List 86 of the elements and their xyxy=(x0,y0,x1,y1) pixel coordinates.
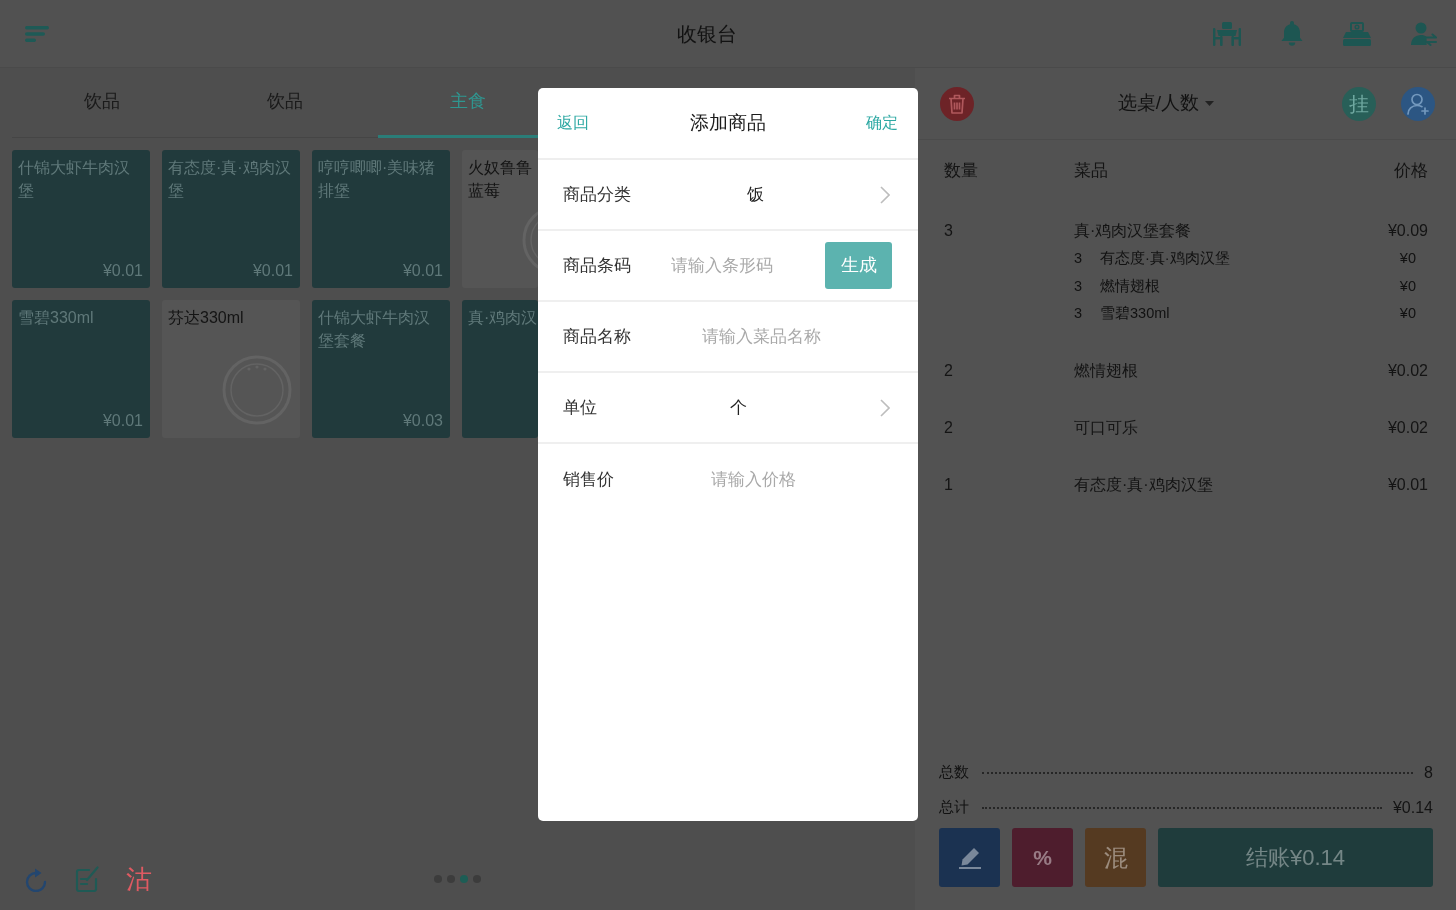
page-title: 收银台 xyxy=(677,21,737,47)
sub-item-qty: 3 xyxy=(1074,304,1084,323)
field-label: 单位 xyxy=(563,396,597,419)
clear-order-button[interactable] xyxy=(940,86,974,121)
sub-item-qty: 3 xyxy=(1074,249,1084,268)
select-value[interactable]: 饭 xyxy=(747,181,764,208)
product-name: 芬达330ml xyxy=(168,308,245,328)
field-label: 销售价 xyxy=(563,468,614,491)
item-qty: 2 xyxy=(944,417,954,438)
product-price: ¥0.01 xyxy=(252,261,293,281)
item-price: ¥0.01 xyxy=(1387,474,1428,495)
product-name: 火奴鲁鲁蓝莓 xyxy=(468,158,533,201)
product-tile[interactable]: 火奴鲁鲁蓝莓 xyxy=(462,150,538,288)
product-tile[interactable]: 芬达330ml xyxy=(162,300,300,438)
input-field[interactable]: 请输入条形码 xyxy=(631,248,813,283)
table-icon[interactable] xyxy=(1213,21,1241,46)
sub-item-qty: 3 xyxy=(1074,276,1084,296)
item-qty: 2 xyxy=(944,360,954,381)
product-name: 什锦大虾牛肉汉堡 xyxy=(18,158,131,201)
item-qty: 3 xyxy=(944,221,954,241)
input-field[interactable]: 请输入价格 xyxy=(614,462,892,497)
total-label: 总计 xyxy=(939,797,969,817)
product-name: 有态度·真·鸡肉汉堡 xyxy=(168,158,292,201)
user-add-icon xyxy=(1407,92,1429,115)
sub-item-price: ¥0 xyxy=(1399,304,1416,323)
mixed-pay-button[interactable]: 混 xyxy=(1085,828,1146,887)
product-tile[interactable]: 真·鸡肉汉 xyxy=(462,300,538,438)
hold-order-button[interactable]: 挂 xyxy=(1342,86,1376,121)
product-tile[interactable]: 什锦大虾牛肉汉堡 ¥0.01 xyxy=(12,150,150,288)
product-price: ¥0.01 xyxy=(102,411,143,431)
product-price: ¥0.01 xyxy=(402,261,443,281)
field-label: 商品分类 xyxy=(563,183,631,206)
product-name: 哼哼唧唧·美味猪排堡 xyxy=(318,158,437,201)
note-edit-icon[interactable] xyxy=(75,866,99,892)
field-label: 商品名称 xyxy=(563,325,631,348)
chevron-icon[interactable] xyxy=(880,398,890,417)
confirm-link[interactable]: 确定 xyxy=(866,111,898,135)
input-field[interactable]: 请输入菜品名称 xyxy=(631,319,892,354)
item-name: 燃情翅根 xyxy=(1074,360,1139,381)
discount-button[interactable]: % xyxy=(1012,828,1073,887)
item-price: ¥0.02 xyxy=(1387,417,1428,438)
column-header: 菜品 xyxy=(1074,160,1109,183)
total-value: ¥0.14 xyxy=(1392,797,1433,818)
sub-item-name: 有态度·真·鸡肉汉堡 xyxy=(1100,249,1231,268)
sub-item-price: ¥0 xyxy=(1399,276,1416,296)
edit-order-button[interactable] xyxy=(939,828,1000,887)
select-value[interactable]: 个 xyxy=(730,394,747,421)
table-selector[interactable]: 选桌/人数 xyxy=(1117,89,1215,118)
menu-icon[interactable] xyxy=(25,26,49,43)
item-qty: 1 xyxy=(944,474,954,495)
column-header: 数量 xyxy=(944,160,979,183)
user-swap-icon[interactable] xyxy=(1411,21,1437,46)
sub-item-name: 燃情翅根 xyxy=(1100,276,1161,296)
total-label: 总数 xyxy=(939,762,969,782)
field-label: 商品条码 xyxy=(563,254,631,277)
item-name: 可口可乐 xyxy=(1074,417,1139,438)
product-tile[interactable]: 有态度·真·鸡肉汉堡 ¥0.01 xyxy=(162,150,300,288)
product-name: 什锦大虾牛肉汉堡套餐 xyxy=(318,308,431,351)
caret-icon xyxy=(1205,101,1215,106)
back-link[interactable]: 返回 xyxy=(557,111,589,135)
sold-out-button[interactable]: 沽 xyxy=(126,865,152,893)
product-name: 真·鸡肉汉 xyxy=(468,308,538,328)
product-tile[interactable]: 哼哼唧唧·美味猪排堡 ¥0.01 xyxy=(312,150,450,288)
trash-icon xyxy=(948,93,966,114)
checkout-button[interactable]: 结账¥0.14 xyxy=(1158,828,1433,887)
product-name: 雪碧330ml xyxy=(18,308,95,328)
item-name: 真·鸡肉汉堡套餐 xyxy=(1074,221,1193,241)
add-member-button[interactable] xyxy=(1401,86,1435,121)
product-price: ¥0.01 xyxy=(102,261,143,281)
bell-icon[interactable] xyxy=(1281,21,1303,46)
product-price: ¥0.03 xyxy=(402,411,443,431)
chevron-icon[interactable] xyxy=(880,185,890,204)
pencil-icon xyxy=(957,846,982,869)
item-name: 有态度·真·鸡肉汉堡 xyxy=(1074,474,1214,495)
product-tile[interactable]: 雪碧330ml ¥0.01 xyxy=(12,300,150,438)
total-value: 8 xyxy=(1424,762,1433,783)
cash-register-icon[interactable] xyxy=(1343,21,1371,46)
item-price: ¥0.02 xyxy=(1387,360,1428,381)
sub-item-name: 雪碧330ml xyxy=(1100,304,1171,323)
column-header: 价格 xyxy=(1394,160,1428,183)
dialog-title: 添加商品 xyxy=(688,110,767,135)
item-price: ¥0.09 xyxy=(1387,221,1428,241)
product-tile[interactable]: 什锦大虾牛肉汉堡套餐 ¥0.03 xyxy=(312,300,450,438)
sub-item-price: ¥0 xyxy=(1399,249,1416,268)
generate-button[interactable]: 生成 xyxy=(825,242,892,289)
refresh-icon[interactable] xyxy=(24,866,48,892)
